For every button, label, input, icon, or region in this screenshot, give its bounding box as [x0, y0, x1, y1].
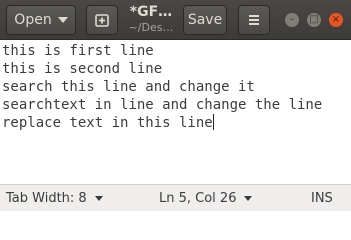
maximize-icon: □ [309, 14, 319, 25]
chevron-down-icon [244, 196, 253, 201]
tab-width-label: Tab Width: 8 [6, 191, 87, 206]
window-title: *GF… ~/Des… [124, 4, 178, 34]
minimize-icon: – [289, 14, 295, 25]
close-icon: × [331, 14, 341, 25]
text-line-current: replace text in this line [2, 114, 351, 132]
cursor-position-label: Ln 5, Col 26 [159, 191, 237, 206]
document-title: *GF… [129, 4, 173, 20]
maximize-button[interactable]: □ [307, 13, 321, 27]
new-tab-button[interactable] [86, 5, 118, 35]
status-bar: Tab Width: 8 Ln 5, Col 26 INS [0, 184, 351, 211]
open-button-label: Open [14, 12, 52, 28]
tab-width-selector[interactable]: Tab Width: 8 [6, 191, 103, 206]
minimize-button[interactable]: – [285, 13, 299, 27]
gedit-window: Open *GF… ~/Des… Save – □ × this is firs… [0, 0, 351, 211]
text-editor[interactable]: this is first line this is second line s… [0, 40, 351, 184]
save-button[interactable]: Save [183, 5, 227, 35]
new-document-icon [95, 14, 109, 27]
chevron-down-icon [94, 196, 103, 201]
document-path: ~/Des… [128, 21, 174, 34]
header-bar: Open *GF… ~/Des… Save – □ × [0, 0, 351, 40]
text-line: this is first line [2, 43, 154, 59]
text-line: searchtext in line and change the line [2, 97, 323, 113]
insert-mode-indicator[interactable]: INS [311, 191, 333, 206]
text-line: this is second line [2, 61, 163, 77]
cursor-position-selector[interactable]: Ln 5, Col 26 [159, 191, 253, 206]
open-button[interactable]: Open [6, 5, 76, 35]
text-line-content: replace text in this line [2, 115, 213, 131]
chevron-down-icon [57, 17, 68, 23]
menu-button[interactable] [238, 5, 270, 35]
hamburger-menu-icon [249, 15, 259, 25]
close-button[interactable]: × [329, 13, 343, 27]
text-line: search this line and change it [2, 79, 255, 95]
text-cursor [212, 114, 214, 130]
save-button-label: Save [187, 12, 223, 28]
